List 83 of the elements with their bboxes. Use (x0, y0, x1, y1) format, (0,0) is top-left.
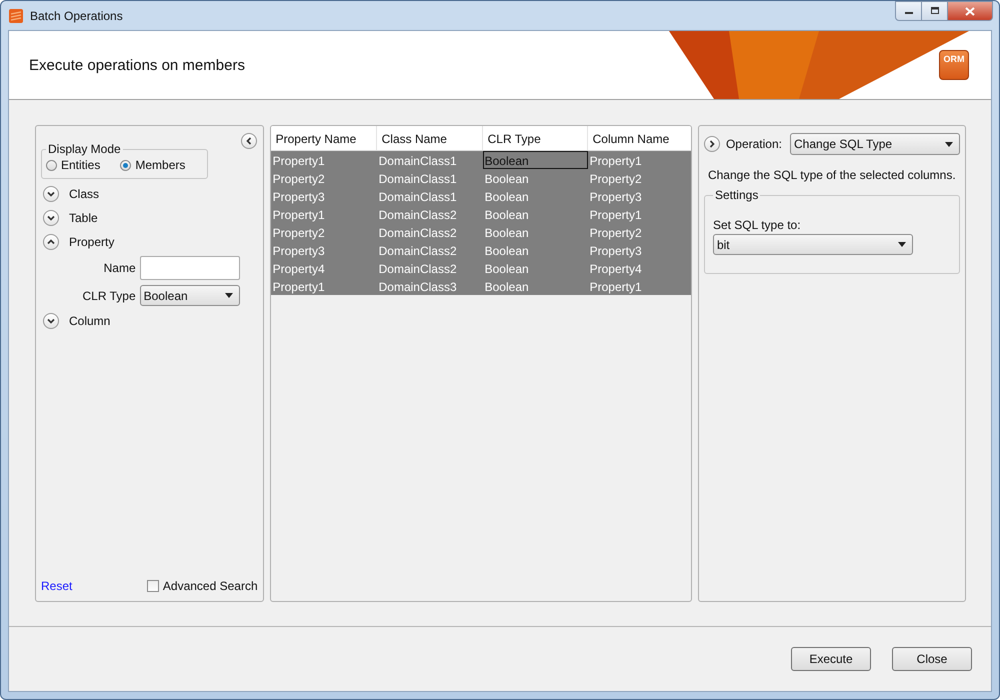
expander-icon[interactable] (43, 313, 59, 329)
table-cell-text: Property1 (272, 279, 326, 295)
table-cell-text: Property3 (588, 189, 643, 205)
maximize-button[interactable] (922, 1, 948, 21)
table-cell-text: DomainClass1 (378, 189, 458, 205)
table-cell-text: DomainClass3 (378, 279, 458, 295)
expander-icon[interactable] (43, 186, 59, 202)
table-row[interactable]: Property3 DomainClass2 Boolean Property3 (270, 241, 691, 259)
header-title: Execute operations on members (29, 56, 245, 74)
column-header[interactable]: CLR Type (482, 126, 588, 150)
table-cell-text: Boolean (484, 261, 530, 277)
table-row[interactable]: Property1 DomainClass2 Boolean Property1 (270, 205, 691, 223)
table-cell-text: Property1 (588, 279, 643, 295)
column-header[interactable]: Column Name (588, 126, 691, 150)
table-cell-text: Boolean (484, 171, 530, 187)
section-label[interactable]: Property (69, 235, 114, 249)
execute-button[interactable]: Execute (791, 647, 871, 671)
operation-description: Change the SQL type of the selected columns. (706, 168, 957, 182)
window-title: Batch Operations (30, 8, 123, 22)
table-cell-text: Property1 (588, 153, 643, 169)
table-cell-text: Property2 (272, 225, 326, 241)
table-row[interactable]: Property3 DomainClass1 Boolean Property3 (270, 187, 691, 205)
table-row[interactable]: Property2 DomainClass1 Boolean Property2 (270, 169, 691, 187)
maximize-icon[interactable] (930, 7, 940, 15)
table-cell-text: Property2 (272, 171, 326, 187)
table-cell-text: Property1 (272, 153, 326, 169)
close-icon[interactable] (965, 6, 975, 16)
column-header[interactable]: Class Name (376, 126, 483, 150)
table-row[interactable]: Property4 DomainClass2 Boolean Property4 (270, 259, 691, 277)
group-label: Settings (714, 188, 760, 202)
sql-type-dropdown[interactable]: bit (712, 234, 913, 255)
advanced-search-checkbox[interactable]: Advanced Search (146, 579, 258, 593)
caret-icon[interactable] (224, 293, 233, 298)
column-header[interactable]: Property Name (270, 126, 377, 150)
minimize-button[interactable] (895, 1, 922, 21)
table-cell-text: Property3 (588, 243, 643, 259)
table-cell-text: Boolean (484, 279, 530, 295)
section-label[interactable]: Column (69, 314, 110, 328)
table-cell-text: Boolean (484, 207, 530, 223)
table-row[interactable]: Property1 DomainClass3 Boolean Property1 (270, 277, 691, 295)
operation-dropdown[interactable]: Change SQL Type (790, 133, 960, 155)
field-label: Set SQL type to: (712, 218, 802, 232)
table-cell-text: Property4 (588, 261, 643, 277)
operation-label: Operation: (726, 137, 782, 151)
table-cell-text: DomainClass2 (378, 225, 458, 241)
table-cell-text: Boolean (484, 243, 530, 259)
table-cell-text: Boolean (484, 225, 530, 241)
orm-logo: ORM (939, 50, 969, 80)
caret-icon[interactable] (898, 242, 906, 247)
radio-option[interactable]: Members (120, 158, 186, 172)
app-icon (8, 8, 24, 24)
radio-option[interactable]: Entities (46, 158, 100, 172)
group-label: Display Mode (47, 142, 122, 156)
caret-icon[interactable] (945, 142, 953, 146)
expander-icon[interactable] (43, 234, 59, 250)
table-cell-text: Property3 (272, 243, 326, 259)
reset-link[interactable]: Reset (41, 579, 72, 593)
table-row[interactable]: Property2 DomainClass2 Boolean Property2 (270, 223, 691, 241)
table-cell-text: Property1 (272, 207, 326, 223)
table-cell-text: Property2 (588, 225, 643, 241)
table-cell: Boolean (482, 151, 588, 169)
table-cell-text: Boolean (484, 189, 530, 205)
table-row[interactable]: Property1 DomainClass1 Boolean Property1 (270, 151, 691, 169)
section-label[interactable]: Table (69, 211, 98, 225)
field-label: CLR Type (82, 288, 136, 302)
expand-right-icon[interactable] (704, 136, 720, 152)
expander-icon[interactable] (43, 210, 59, 226)
table-cell-text: DomainClass2 (378, 243, 458, 259)
clr-type-dropdown[interactable]: Boolean (140, 285, 240, 306)
name-field[interactable] (140, 256, 240, 280)
table-cell-text: DomainClass1 (378, 153, 458, 169)
table-cell-text: DomainClass2 (378, 261, 458, 277)
close-button[interactable] (948, 1, 993, 21)
close-button[interactable]: Close (892, 647, 972, 671)
field-label: Name (104, 261, 136, 275)
table-cell-text: DomainClass1 (378, 171, 458, 187)
table-cell-text: Property1 (588, 207, 643, 223)
table-cell-text: DomainClass2 (378, 207, 458, 223)
collapse-left-icon[interactable] (240, 133, 257, 149)
table-cell-text: Property3 (272, 189, 326, 205)
section-label[interactable]: Class (69, 187, 100, 201)
table-cell-text: Property4 (272, 261, 326, 277)
table-cell-text: Property2 (588, 171, 643, 187)
